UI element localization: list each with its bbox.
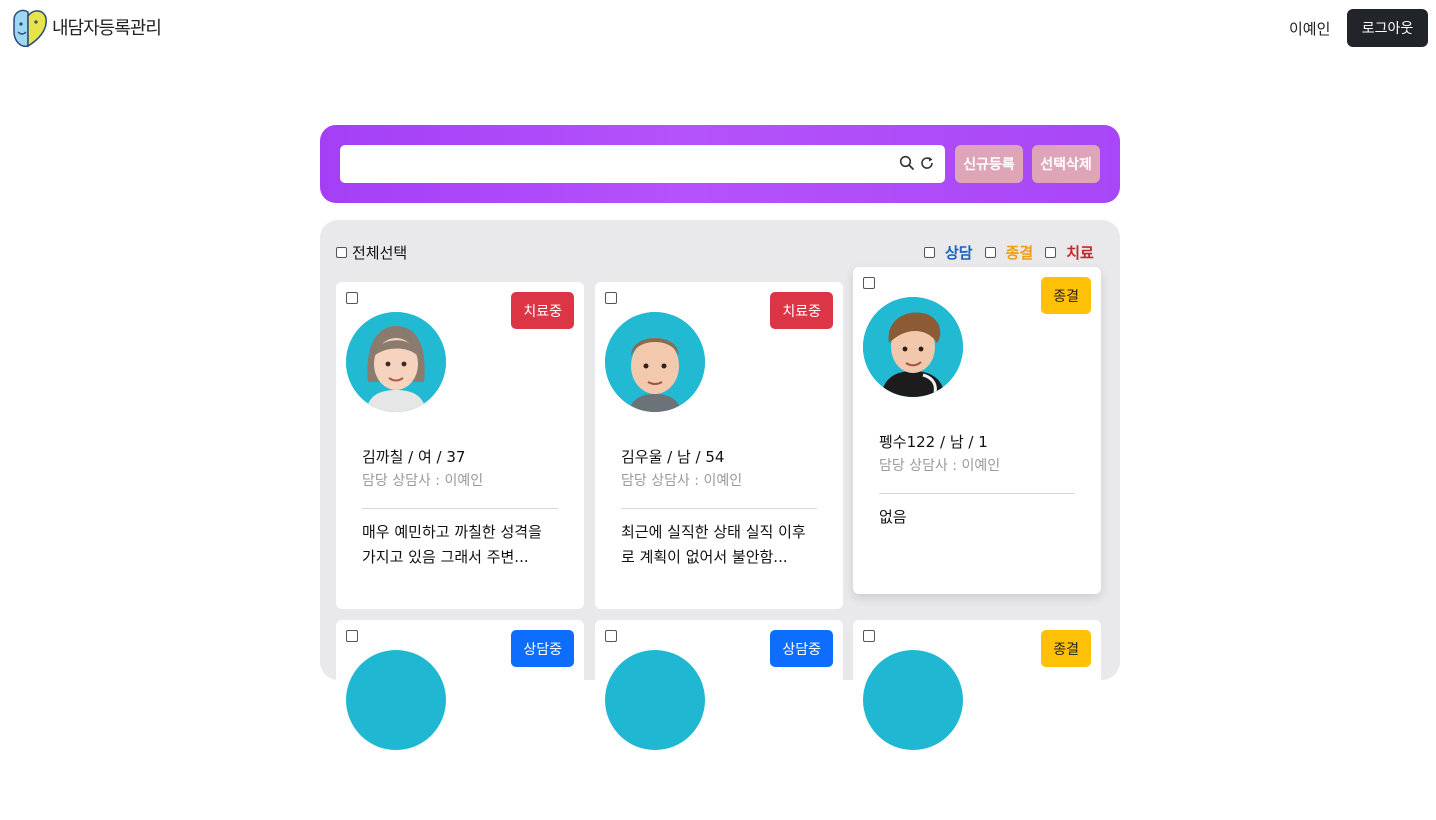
client-memo: 없음	[879, 508, 907, 526]
client-memo: 매우 예민하고 까칠한 성격을 가지고 있음 그래서 주변...	[362, 523, 542, 566]
client-card[interactable]: 상담중	[595, 620, 843, 820]
divider	[621, 508, 817, 509]
filter-end-checkbox[interactable]	[984, 247, 996, 258]
client-card[interactable]: 치료중 김우울 / 남 / 54 담당 상담사 : 이예인 최근에 실직한 상태…	[595, 282, 843, 609]
counselor-line: 담당 상담사 : 이예인	[879, 458, 1001, 474]
delete-selected-button[interactable]: 선택삭제	[1032, 145, 1100, 183]
search-box	[340, 145, 945, 183]
avatar-woman-icon	[346, 312, 446, 412]
status-badge: 치료중	[770, 292, 833, 329]
filter-treat-checkbox[interactable]	[1045, 247, 1057, 258]
new-register-button[interactable]: 신규등록	[955, 145, 1023, 183]
avatar	[346, 650, 446, 750]
card-checkbox[interactable]	[863, 630, 875, 642]
status-badge: 종결	[1041, 630, 1091, 667]
status-filters: 상담 종결 치료	[924, 242, 1094, 263]
status-badge: 상담중	[511, 630, 574, 667]
client-card[interactable]: 치료중 김까칠 / 여 / 37 담당 상담사 : 이예인 매우 예민하고 까칠…	[336, 282, 584, 609]
app-logo-icon[interactable]	[10, 6, 50, 50]
client-name-line: 김우울 / 남 / 54	[621, 448, 725, 466]
counselor-line: 담당 상담사 : 이예인	[362, 473, 484, 489]
client-memo: 최근에 실직한 상태 실직 이후로 계획이 없어서 불안함...	[621, 523, 806, 566]
select-all-label: 전체선택	[352, 244, 408, 262]
client-card[interactable]: 종결	[853, 620, 1101, 820]
avatar-man-icon	[605, 312, 705, 412]
avatar	[346, 312, 446, 412]
client-name-line: 김까칠 / 여 / 37	[362, 448, 466, 466]
search-input[interactable]	[348, 151, 892, 179]
logout-button[interactable]: 로그아웃	[1347, 9, 1428, 47]
select-all[interactable]: 전체선택	[336, 242, 407, 263]
card-checkbox[interactable]	[605, 292, 617, 304]
client-name-line: 펭수122 / 남 / 1	[879, 433, 988, 451]
client-card[interactable]: 종결 펭수122 / 남 / 1 담당 상담사 : 이예인 없음	[853, 267, 1101, 594]
avatar	[863, 650, 963, 750]
avatar	[863, 297, 963, 397]
refresh-icon[interactable]	[919, 155, 935, 171]
card-checkbox[interactable]	[346, 630, 358, 642]
status-badge: 종결	[1041, 277, 1091, 314]
filter-end-label: 종결	[1005, 244, 1034, 262]
search-icon[interactable]	[899, 155, 915, 171]
avatar-boy-icon	[863, 297, 963, 397]
avatar	[605, 312, 705, 412]
status-badge: 치료중	[511, 292, 574, 329]
counselor-line: 담당 상담사 : 이예인	[621, 473, 743, 489]
card-checkbox[interactable]	[863, 277, 875, 289]
brand-title[interactable]: 내담자등록관리	[52, 14, 162, 40]
filter-counsel-checkbox[interactable]	[924, 247, 935, 258]
search-panel: 신규등록 선택삭제	[320, 125, 1120, 203]
card-checkbox[interactable]	[346, 292, 358, 304]
card-checkbox[interactable]	[605, 630, 617, 642]
user-name: 이예인	[1289, 20, 1331, 38]
client-card[interactable]: 상담중	[336, 620, 584, 820]
client-list-panel: 전체선택 상담 종결 치료 치료중 김까칠 / 여 / 37 담당 상담사 : …	[320, 220, 1120, 820]
select-all-checkbox[interactable]	[336, 247, 347, 258]
divider	[362, 508, 558, 509]
top-header: 내담자등록관리 이예인 로그아웃	[0, 0, 1436, 56]
status-badge: 상담중	[770, 630, 833, 667]
divider	[879, 493, 1075, 494]
filter-counsel-label: 상담	[945, 244, 973, 262]
avatar	[605, 650, 705, 750]
filter-treat-label: 치료	[1066, 244, 1094, 262]
